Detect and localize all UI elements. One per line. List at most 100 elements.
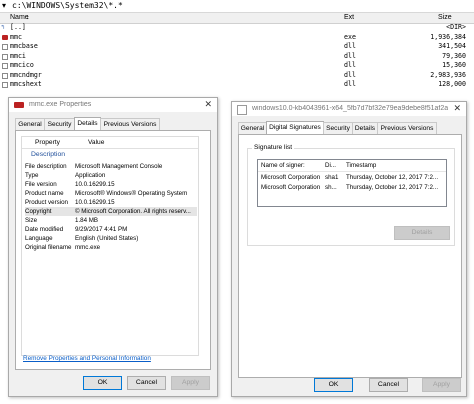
property-key: Size [25,217,38,224]
property-key: File description [25,163,67,170]
property-key: Product version [25,199,68,206]
property-row-selected[interactable]: Copyright © Microsoft Corporation. All ri… [25,207,197,216]
file-name: mmci [10,51,26,60]
header-signer[interactable]: Name of signer: [261,162,305,169]
file-ext: dll [344,42,356,50]
property-value: mmc.exe [75,244,101,251]
section-description: Description [31,151,65,158]
signatures-title: windows10.0-kb4043961-x64_5fb7d7bf32e79e… [252,105,448,112]
file-row[interactable]: mmcico dll 15,360 [0,61,474,71]
property-row[interactable]: Type Application [25,171,197,180]
close-icon[interactable]: ✕ [204,99,212,110]
tab-details[interactable]: Details [74,117,101,131]
tab-general[interactable]: General [15,118,45,130]
property-row[interactable]: File description Microsoft Management Con… [25,162,197,171]
property-key: Language [25,235,53,242]
tab-previous-versions[interactable]: Previous Versions [377,122,437,134]
signature-list-group: Signature list Name of signer: Di... Tim… [247,144,455,246]
file-ext: dll [344,51,356,60]
file-name: mmc [10,32,22,41]
header-timestamp[interactable]: Timestamp [346,162,376,169]
signature-timestamp: Thursday, October 12, 2017 7:2... [346,174,439,181]
ok-button[interactable]: OK [83,376,122,390]
details-button[interactable]: Details [394,226,450,240]
apply-button[interactable]: Apply [422,378,461,392]
apply-button[interactable]: Apply [171,376,210,390]
close-icon[interactable]: ✕ [453,103,461,114]
signature-row[interactable]: Microsoft Corporation sha1 Thursday, Oct… [258,173,446,182]
property-value: 9/29/2017 4:41 PM [75,226,128,233]
property-key: Type [25,172,39,179]
ok-button[interactable]: OK [314,378,353,392]
file-row[interactable]: mmcndmgr dll 2,983,936 [0,71,474,81]
sort-arrow-icon: ↓ [26,14,30,21]
file-size: 1,936,384 [430,32,466,41]
signatures-title-bar[interactable]: windows10.0-kb4043961-x64_5fb7d7bf32e79e… [232,102,466,116]
properties-dialog: mmc.exe Properties ✕ General Security De… [8,97,218,397]
property-row[interactable]: File version 10.0.16299.15 [25,180,197,189]
property-row[interactable]: Original filename mmc.exe [25,243,197,252]
property-row[interactable]: Product version 10.0.16299.15 [25,198,197,207]
signer-name: Microsoft Corporation [261,184,321,191]
properties-grid: Property Value Description File descript… [21,136,199,356]
details-panel: Property Value Description File descript… [15,130,211,370]
signature-timestamp: Thursday, October 12, 2017 7:2... [346,184,439,191]
property-key: File version [25,181,57,188]
signature-list-header: Name of signer: Di... Timestamp [258,160,446,172]
tab-digital-signatures[interactable]: Digital Signatures [266,121,324,135]
property-row[interactable]: Date modified 9/29/2017 4:41 PM [25,225,197,234]
up-folder-icon: ↰ [1,24,5,31]
column-size[interactable]: Size [438,14,452,21]
dll-file-icon [2,63,8,69]
caret-down-icon[interactable]: ▾ [2,1,6,10]
property-row[interactable]: Language English (United States) [25,234,197,243]
cancel-button[interactable]: Cancel [369,378,408,392]
property-key: Product name [25,190,64,197]
grid-header: Property Value [22,137,198,149]
tab-general[interactable]: General [238,122,267,134]
tab-security[interactable]: Security [44,118,75,130]
file-size: 341,504 [438,42,466,50]
file-row[interactable]: mmcshext dll 128,000 [0,80,474,90]
header-property[interactable]: Property [35,139,60,146]
tab-details[interactable]: Details [352,122,378,134]
remove-properties-link[interactable]: Remove Properties and Personal Informati… [23,355,151,362]
digest-algorithm: sh... [325,184,337,191]
file-size: 128,000 [438,80,466,88]
cancel-button[interactable]: Cancel [127,376,166,390]
property-key: Original filename [25,244,72,251]
file-row[interactable]: mmc exe 1,936,384 [0,33,474,43]
signature-row[interactable]: Microsoft Corporation sh... Thursday, Oc… [258,183,446,192]
tab-security[interactable]: Security [323,122,353,134]
file-row[interactable]: mmci dll 79,360 [0,52,474,62]
header-value[interactable]: Value [88,139,104,146]
file-name: mmcbase [10,42,38,50]
dll-file-icon [2,72,8,79]
file-ext: dll [344,61,356,69]
property-value: © Microsoft Corporation. All rights rese… [75,208,191,215]
file-row-parent[interactable]: ↰ [..] <DIR> [0,23,474,33]
tab-previous-versions[interactable]: Previous Versions [100,118,160,130]
file-row[interactable]: mmcbase dll 341,504 [0,42,474,52]
property-value: 1.84 MB [75,217,99,224]
column-ext[interactable]: Ext [344,14,354,21]
file-size: 2,983,936 [430,70,466,79]
property-row[interactable]: Product name Microsoft® Windows® Operatin… [25,189,197,198]
file-ext: dll [344,70,356,79]
signer-name: Microsoft Corporation [261,174,321,181]
file-size: <DIR> [446,23,466,31]
property-key: Copyright [25,208,52,215]
dll-file-icon [2,53,8,60]
path-bar[interactable]: ▾ c:\WINDOWS\System32\*.* [0,0,474,13]
file-size: 15,360 [442,61,466,69]
dll-file-icon [2,82,8,88]
header-digest[interactable]: Di... [325,162,336,169]
property-row[interactable]: Size 1.84 MB [25,216,197,225]
property-value: Microsoft® Windows® Operating System [75,190,188,197]
path-text: c:\WINDOWS\System32\*.* [12,1,123,10]
file-list: ↰ [..] <DIR> mmc exe 1,936,384 mmcbase d… [0,23,474,90]
properties-title-bar[interactable]: mmc.exe Properties ✕ [9,98,217,112]
file-name: mmcshext [10,80,42,88]
signature-list: Name of signer: Di... Timestamp Microsof… [257,159,447,207]
column-name[interactable]: Name ↓ [10,14,30,21]
